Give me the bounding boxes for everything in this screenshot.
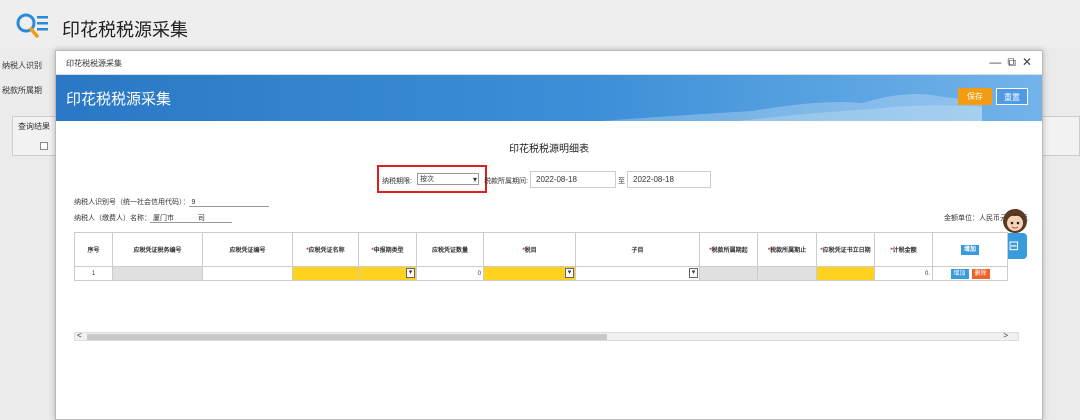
bg-label-results: 查询结果: [18, 122, 50, 131]
close-icon[interactable]: ✕: [1022, 55, 1032, 70]
col-header: *税款所属期起: [699, 232, 758, 267]
date-from-input[interactable]: 2022-08-18: [530, 171, 616, 188]
col-header: *计税金额: [874, 232, 933, 267]
date-range-label: 税款所属期间:: [484, 178, 528, 185]
col-header-actions: 增加: [932, 232, 1008, 267]
page-title: 印花税税源采集: [62, 20, 188, 40]
row-actions: 增加 删除: [932, 266, 1008, 281]
restore-icon[interactable]: ⧉: [1007, 55, 1016, 70]
period-type-select[interactable]: ▾: [358, 266, 417, 281]
taxpayer-name-suffix: 司: [197, 215, 205, 222]
save-button[interactable]: 保存: [958, 88, 992, 105]
bg-label-tax-period: 税款所属期: [2, 86, 42, 95]
voucher-tax-no-cell[interactable]: [112, 266, 203, 281]
taxpayer-id-underline: [189, 206, 269, 207]
taxpayer-id-line: 纳税人识别号（统一社会信用代码）： 9: [74, 197, 195, 207]
col-header: *税目: [483, 232, 576, 267]
col-header: 序号: [74, 232, 113, 267]
col-header: *税款所属期止: [757, 232, 817, 267]
scroll-right-arrow-icon[interactable]: >: [1003, 331, 1008, 340]
col-header: *申报期类型: [358, 232, 417, 267]
taxpayer-name-label: 纳税人（缴费人）名称：: [74, 215, 151, 222]
col-header: *应税凭证书立日期: [816, 232, 875, 267]
row-delete-button[interactable]: 删除: [971, 268, 990, 279]
sub-item-select[interactable]: ▾: [575, 266, 700, 281]
chevron-down-icon: ▾: [565, 268, 574, 278]
tax-amount-cell[interactable]: 0.: [874, 266, 933, 281]
chevron-down-icon: ▾: [472, 175, 477, 184]
row-index: 1: [74, 266, 113, 281]
col-header: *应税凭证名称: [292, 232, 359, 267]
taxpayer-name-underline: [150, 222, 232, 223]
date-to-input[interactable]: 2022-08-18: [627, 171, 711, 188]
dialog-titlebar: 印花税税源采集 — ⧉ ✕: [56, 51, 1042, 75]
taxpayer-id-value: 9: [191, 199, 196, 206]
tax-source-table: 序号 应税凭证税务编号 应税凭证编号 *应税凭证名称 *申报期类型 应税凭证数量…: [74, 232, 1008, 281]
dialog-banner: 印花税税源采集 保存 重置: [56, 75, 1042, 121]
window-controls: — ⧉ ✕: [989, 55, 1032, 70]
col-header: 应税凭证数量: [416, 232, 484, 267]
search-list-icon: [16, 13, 48, 38]
scroll-thumb[interactable]: [87, 334, 607, 340]
col-header: 子目: [575, 232, 700, 267]
taxpayer-name-value: 厦门市: [152, 215, 174, 222]
table-row: 1 ▾ 0 ▾ ▾ 0. 增加 删除: [74, 266, 1008, 281]
assistant-avatar-icon[interactable]: [1001, 207, 1029, 235]
add-row-button[interactable]: 增加: [961, 244, 979, 255]
row-add-button[interactable]: 增加: [950, 268, 969, 279]
period-select[interactable]: 按次 ▾: [417, 173, 479, 185]
period-select-value: 按次: [420, 176, 434, 183]
banner-title: 印花税税源采集: [66, 91, 172, 108]
period-end-cell: [757, 266, 817, 281]
chevron-down-icon: ▾: [689, 268, 698, 278]
voucher-date-cell[interactable]: [816, 266, 875, 281]
mountain-decoration: [602, 94, 982, 121]
tax-source-dialog: 印花税税源采集 — ⧉ ✕ 印花税税源采集 保存 重置 印花税税源明细表 纳税期…: [55, 50, 1043, 420]
col-header: 应税凭证税务编号: [112, 232, 203, 267]
dialog-title: 印花税税源采集: [66, 59, 122, 68]
scroll-left-arrow-icon[interactable]: <: [77, 331, 82, 340]
col-header: 应税凭证编号: [202, 232, 293, 267]
period-label: 纳税期限:: [382, 178, 412, 185]
form-title: 印花税税源明细表: [509, 144, 589, 155]
page-header: 印花税税源采集: [0, 0, 1080, 48]
voucher-no-cell[interactable]: [202, 266, 293, 281]
period-start-cell: [699, 266, 758, 281]
voucher-name-cell[interactable]: [292, 266, 359, 281]
minimize-icon[interactable]: —: [989, 55, 1001, 70]
chevron-down-icon: ▾: [406, 268, 415, 278]
date-range-separator: 至: [618, 178, 625, 185]
reset-button[interactable]: 重置: [996, 88, 1028, 105]
table-horizontal-scrollbar[interactable]: < >: [74, 331, 1019, 341]
bg-label-taxpayer-id: 纳税人识别: [2, 61, 42, 70]
table-header-row: 序号 应税凭证税务编号 应税凭证编号 *应税凭证名称 *申报期类型 应税凭证数量…: [74, 232, 1008, 267]
bg-select-all-checkbox[interactable]: [40, 142, 48, 150]
taxpayer-id-label: 纳税人识别号（统一社会信用代码）：: [74, 199, 190, 206]
quantity-cell[interactable]: 0: [416, 266, 484, 281]
tax-item-select[interactable]: ▾: [483, 266, 576, 281]
